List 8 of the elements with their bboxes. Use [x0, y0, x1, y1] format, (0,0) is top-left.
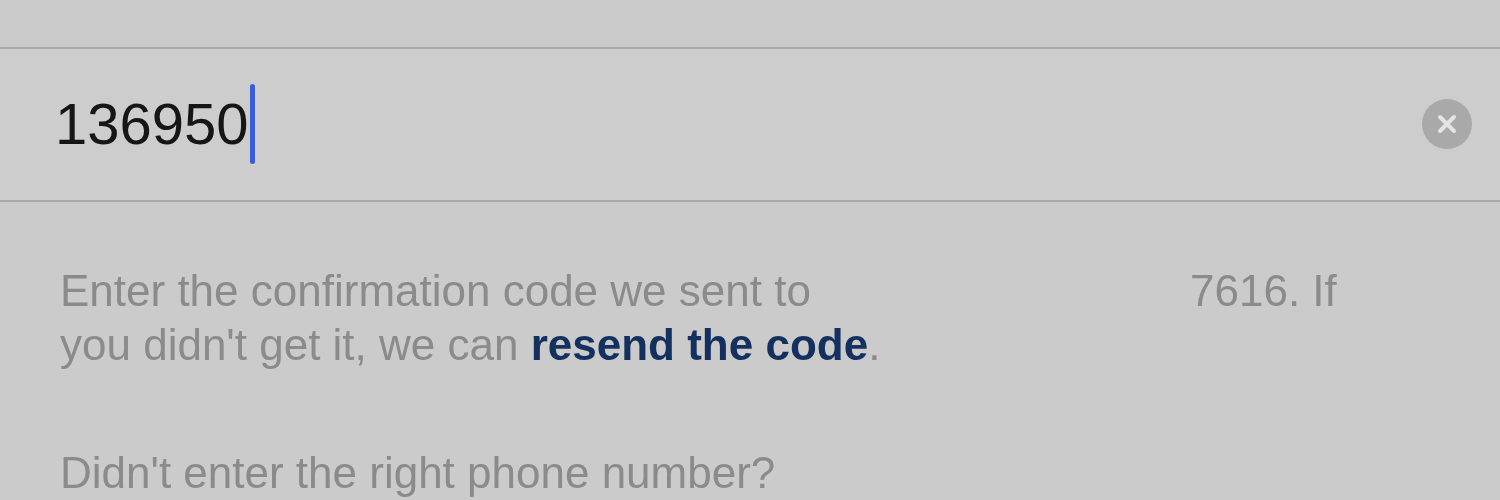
message-text: you didn't get it, we can — [60, 319, 520, 371]
message-text: 7616. If — [1190, 265, 1337, 317]
message-text: . — [868, 319, 881, 371]
message-text: Enter the confirmation code we sent to — [60, 265, 812, 317]
code-value: 136950 — [55, 95, 249, 154]
wrong-number-prompt: Didn't enter the right phone number? — [60, 447, 776, 499]
resend-code-link[interactable]: resend the code — [530, 318, 869, 372]
clear-icon[interactable] — [1422, 99, 1472, 150]
